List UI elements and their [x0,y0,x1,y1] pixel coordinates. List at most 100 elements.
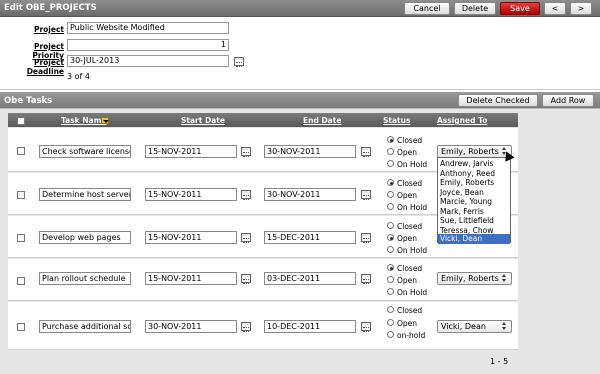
row-checkbox[interactable] [17,323,25,331]
status-on-hold-radio[interactable] [387,203,394,210]
dropdown-option[interactable]: Mark, Ferris [438,207,510,217]
column-start-date[interactable]: Start Date [181,116,225,125]
status-on-hold-radio[interactable] [387,288,394,295]
calendar-icon[interactable] [361,322,371,332]
chevron-updown-icon [501,322,508,331]
assigned-to-select[interactable]: Emily, Roberts [437,272,512,285]
calendar-icon[interactable] [241,274,251,284]
column-end-date[interactable]: End Date [303,116,341,125]
status-label: Closed [397,179,423,188]
dropdown-option[interactable]: Anthony, Reed [438,169,510,179]
delete-checked-button[interactable]: Delete Checked [458,94,538,107]
cancel-button[interactable]: Cancel [404,2,450,15]
assigned-to-dropdown-list: Andrew, Jarvis Anthony, Reed Emily, Robe… [437,157,511,244]
status-label: On Hold [397,203,428,212]
sort-icon[interactable] [101,117,109,124]
deadline-field[interactable]: 30-JUL-2013 [67,55,229,67]
start-date-field[interactable]: 15-NOV-2011 [145,272,237,285]
status-closed-radio[interactable] [387,306,394,313]
row-checkbox[interactable] [17,234,25,242]
calendar-icon[interactable] [234,57,244,67]
dropdown-option[interactable]: Andrew, Jarvis [438,159,510,169]
column-status[interactable]: Status [383,116,410,125]
end-date-field[interactable]: 10-DEC-2011 [264,320,356,333]
calendar-icon[interactable] [361,274,371,284]
end-date-field[interactable]: 15-DEC-2011 [264,231,356,244]
pagination-info: 1 - 5 [490,357,509,366]
status-label: Open [397,191,418,200]
save-button[interactable]: Save [500,2,540,15]
calendar-icon[interactable] [241,147,251,157]
status-open-radio[interactable] [387,276,394,283]
edit-title: Edit OBE_PROJECTS [4,3,97,13]
assigned-to-value: Vicki, Dean [441,322,486,331]
chevron-updown-icon [501,274,508,283]
assigned-to-value: Emily, Roberts [441,147,499,156]
status-closed-radio[interactable] [387,179,394,186]
status-on-hold-radio[interactable] [387,331,394,338]
start-date-field[interactable]: 15-NOV-2011 [145,231,237,244]
delete-button[interactable]: Delete [454,2,496,15]
status-open-radio[interactable] [387,234,394,241]
status-label: On Hold [397,288,428,297]
add-row-button[interactable]: Add Row [542,94,594,107]
status-open-radio[interactable] [387,148,394,155]
status-on-hold-radio[interactable] [387,160,394,167]
tasks-title: Obe Tasks [4,96,53,106]
status-open-radio[interactable] [387,319,394,326]
row-checkbox[interactable] [17,147,25,155]
status-on-hold-radio[interactable] [387,246,394,253]
status-label: Open [397,148,418,157]
project-field[interactable]: Public Website Modified [67,22,229,34]
calendar-icon[interactable] [241,233,251,243]
next-button[interactable]: > [570,2,592,15]
task-name-field[interactable]: Check software licenses [39,145,131,158]
status-label: Open [397,319,418,328]
column-task-name[interactable]: Task Name [61,116,107,125]
status-label: Closed [397,222,423,231]
end-date-field[interactable]: 03-DEC-2011 [264,272,356,285]
end-date-field[interactable]: 30-NOV-2011 [264,145,356,158]
priority-field[interactable]: 1 [67,39,229,51]
calendar-icon[interactable] [361,233,371,243]
assigned-to-select[interactable]: Vicki, Dean [437,320,512,333]
dropdown-option[interactable]: Joyce, Bean [438,188,510,198]
calendar-icon[interactable] [241,322,251,332]
previous-button[interactable]: < [544,2,566,15]
status-closed-radio[interactable] [387,136,394,143]
task-name-field[interactable]: Determine host server [39,188,131,201]
dropdown-option[interactable]: Marcie, Young [438,197,510,207]
task-name-field[interactable]: Purchase additional software [39,320,131,333]
select-all-checkbox[interactable] [17,117,25,125]
status-closed-radio[interactable] [387,264,394,271]
assigned-to-value: Emily, Roberts [441,274,499,283]
status-label: Closed [397,136,423,145]
column-assigned-to[interactable]: Assigned To [437,116,487,125]
calendar-icon[interactable] [361,190,371,200]
status-label: Closed [397,264,423,273]
status-label: Open [397,276,418,285]
task-name-field[interactable]: Develop web pages [39,231,131,244]
status-label: Open [397,234,418,243]
dropdown-option[interactable]: Sue, Littlefield [438,216,510,226]
calendar-icon[interactable] [361,147,371,157]
row-checkbox[interactable] [17,277,25,285]
calendar-icon[interactable] [241,190,251,200]
dropdown-option-highlighted[interactable]: Vicki, Dean [438,234,510,244]
status-label: Closed [397,306,423,315]
status-closed-radio[interactable] [387,222,394,229]
status-label: on-hold [397,331,426,340]
task-name-field[interactable]: Plan rollout schedule [39,272,131,285]
row-checkbox[interactable] [17,191,25,199]
deadline-label: Project Deadline [26,58,64,76]
dropdown-option[interactable]: Emily, Roberts [438,178,510,188]
start-date-field[interactable]: 15-NOV-2011 [145,145,237,158]
start-date-field[interactable]: 30-NOV-2011 [145,320,237,333]
status-open-radio[interactable] [387,191,394,198]
start-date-field[interactable]: 15-NOV-2011 [145,188,237,201]
status-label: On Hold [397,160,428,169]
record-count: 3 of 4 [67,72,90,81]
end-date-field[interactable]: 30-NOV-2011 [264,188,356,201]
status-label: On Hold [397,246,428,255]
project-label: Project [33,25,64,34]
